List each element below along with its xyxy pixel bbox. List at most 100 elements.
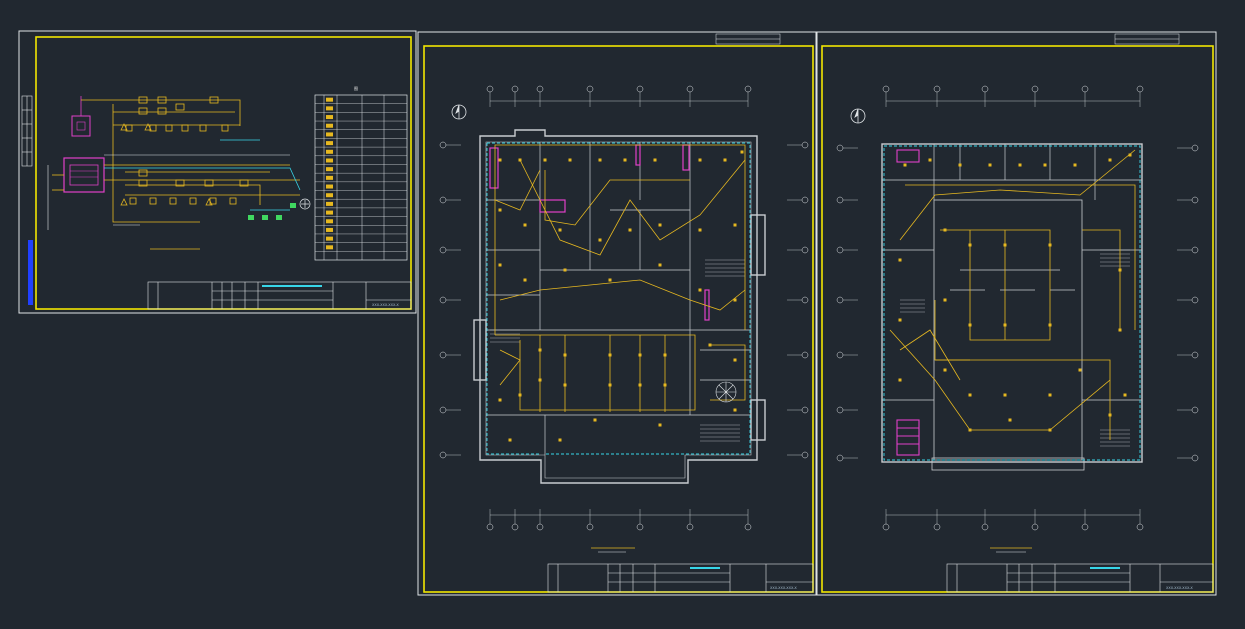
grid-bubble — [439, 196, 447, 204]
device-marker — [1128, 153, 1132, 157]
grid-bubble — [1191, 351, 1199, 359]
device-marker — [598, 238, 602, 242]
device-marker — [1018, 163, 1022, 167]
north-arrow-icon — [850, 108, 866, 124]
cyan-dashed-perimeter — [883, 145, 1141, 461]
grid-bubble — [836, 454, 844, 462]
sheet-floor-plan-1[interactable]: XXX-XXX-XXX-X — [417, 31, 817, 596]
device-marker — [698, 228, 702, 232]
device-marker — [733, 408, 737, 412]
grid-bubble — [836, 406, 844, 414]
grid-bubble — [586, 85, 594, 93]
sprinkler-circle — [715, 381, 737, 403]
grid-bubble — [636, 85, 644, 93]
schematic-cyan-wiring — [104, 139, 301, 211]
legend-symbol — [326, 141, 333, 146]
device-marker — [1118, 328, 1122, 332]
device-marker — [1003, 323, 1007, 327]
device-marker — [1078, 368, 1082, 372]
sheet-outer-frame — [816, 31, 1217, 596]
device-marker — [898, 258, 902, 262]
title-block-stamp — [690, 567, 720, 569]
device-marker — [508, 438, 512, 442]
device-markers — [898, 153, 1132, 432]
device-marker — [1108, 413, 1112, 417]
grid-bubble — [636, 523, 644, 531]
green-devices — [248, 203, 296, 220]
grid-bubble — [1081, 85, 1089, 93]
title-block-code: XXX-XXX-XXX-X — [372, 303, 399, 307]
device-marker — [608, 278, 612, 282]
sheet-floor-plan-2[interactable]: XXX-XXX-XXX-X — [816, 31, 1217, 596]
device-marker — [708, 343, 712, 347]
device-marker — [1073, 163, 1077, 167]
grid-bubble — [801, 406, 809, 414]
device-marker — [1048, 243, 1052, 247]
grid-bubble — [1031, 85, 1039, 93]
grid-bubble — [439, 406, 447, 414]
grid-bubble — [836, 246, 844, 254]
grid-bubble — [836, 144, 844, 152]
legend-symbol — [326, 97, 333, 102]
device-markers — [498, 150, 744, 442]
device-marker — [628, 228, 632, 232]
grid-bubble — [1081, 523, 1089, 531]
device-marker — [943, 298, 947, 302]
grid-bubble — [1191, 454, 1199, 462]
device-marker — [1003, 243, 1007, 247]
grid-bubble — [801, 296, 809, 304]
device-marker — [968, 323, 972, 327]
cad-drawing-canvas[interactable]: 图 XXX-XXX-XXX-X XXX-XXX-XXX-X XXX-XXX-XX… — [0, 0, 1245, 629]
device-marker — [968, 428, 972, 432]
device-marker — [638, 383, 642, 387]
grid-bubble — [511, 85, 519, 93]
magenta-equipment — [896, 149, 920, 456]
device-marker — [498, 263, 502, 267]
legend-symbol — [326, 175, 333, 180]
grid-bubble — [801, 451, 809, 459]
device-modules — [120, 96, 249, 206]
device-marker — [663, 353, 667, 357]
grid-bubble — [586, 523, 594, 531]
legend-symbol — [326, 245, 333, 250]
legend-symbol — [326, 158, 333, 163]
grid-bubble — [439, 246, 447, 254]
grid-bubble — [686, 523, 694, 531]
device-marker — [1003, 393, 1007, 397]
legend-table: 图 — [314, 85, 408, 261]
grid-bubble — [1191, 246, 1199, 254]
title-block-code: XXX-XXX-XXX-X — [1166, 586, 1193, 590]
device-marker — [723, 158, 727, 162]
grid-bubble — [882, 523, 890, 531]
building-walls — [881, 143, 1143, 471]
device-marker — [898, 378, 902, 382]
grid-bubble — [744, 523, 752, 531]
grid-bubble — [981, 85, 989, 93]
device-marker — [903, 163, 907, 167]
device-marker — [1043, 163, 1047, 167]
device-marker — [1123, 393, 1127, 397]
grid-bubble — [1191, 196, 1199, 204]
device-marker — [658, 263, 662, 267]
grid-bubble — [744, 85, 752, 93]
binding-strip — [21, 95, 33, 167]
grid-bubble — [1136, 523, 1144, 531]
grid-bubble — [981, 523, 989, 531]
sheet-inner-border — [423, 45, 814, 593]
grid-bubble — [536, 85, 544, 93]
top-header-box — [1114, 33, 1180, 45]
device-marker — [733, 223, 737, 227]
device-marker — [958, 163, 962, 167]
fire-controller-icon[interactable] — [63, 96, 105, 193]
device-marker — [543, 158, 547, 162]
device-marker — [740, 150, 744, 154]
stair-hatching — [490, 259, 745, 442]
grid-bubble — [1191, 296, 1199, 304]
device-marker — [538, 348, 542, 352]
sheet-system-diagram[interactable]: 图 XXX-XXX-XXX-X — [18, 30, 417, 314]
grid-bubble — [933, 85, 941, 93]
device-marker — [498, 208, 502, 212]
device-marker — [1008, 418, 1012, 422]
blue-margin-bar — [28, 240, 33, 305]
device-marker — [598, 158, 602, 162]
